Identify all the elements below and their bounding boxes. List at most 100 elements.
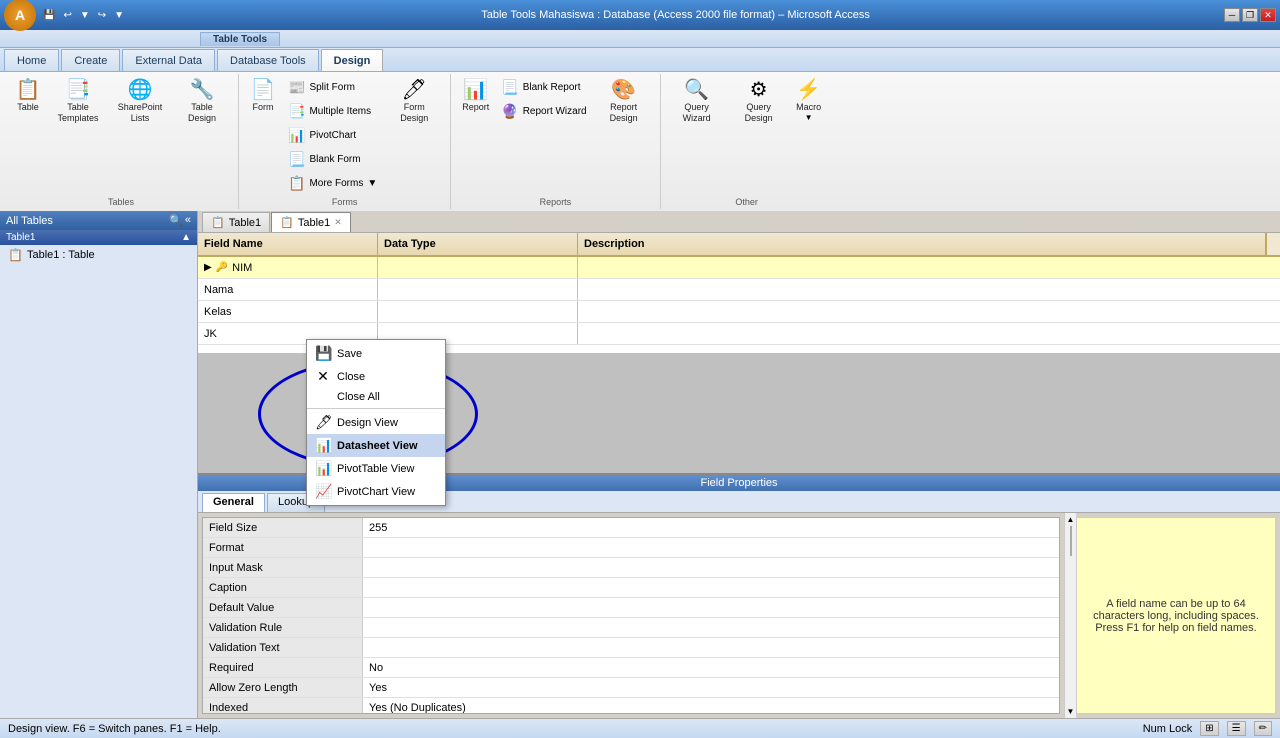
ctx-close-all[interactable]: Close All (307, 388, 445, 406)
blank-report-button[interactable]: 📃 Blank Report (496, 76, 591, 99)
form-icon: 📄 (251, 80, 276, 100)
table-grid: Field Name Data Type Description ▶ 🔑 NIM (198, 233, 1280, 353)
nav-item-table1[interactable]: 📋 Table1 : Table (0, 245, 197, 265)
fp-scrollbar: ▲ ▼ (1064, 513, 1076, 718)
ctx-pivotchart-icon: 📈 (315, 483, 331, 500)
fp-label-valrule: Validation Rule (203, 618, 363, 637)
form-button[interactable]: 📄 Form (245, 76, 281, 117)
nav-item-label: Table1 : Table (27, 249, 95, 261)
table-design-button[interactable]: 🔧 Table Design (172, 76, 232, 128)
sharepoint-label: SharePoint Lists (115, 102, 165, 124)
table-design-label: Table Design (177, 102, 227, 124)
undo-dropdown-button[interactable]: ▼ (77, 9, 93, 22)
fp-value-caption[interactable] (363, 578, 1059, 597)
customize-button[interactable]: ▼ (111, 9, 127, 22)
fp-value-valtext[interactable] (363, 638, 1059, 657)
report-wizard-button[interactable]: 🔮 Report Wizard (496, 100, 591, 123)
form-design-button[interactable]: 🖊 Form Design (384, 76, 444, 128)
datasheet-view-button[interactable]: ☰ (1227, 721, 1246, 736)
tab-external-data[interactable]: External Data (122, 49, 215, 71)
minimize-button[interactable]: ─ (1224, 8, 1240, 22)
ctx-close-label: Close (337, 371, 365, 383)
design-view-button[interactable]: ✏ (1254, 721, 1272, 736)
table-tools-label: Table Tools (200, 32, 280, 46)
navigation-pane: All Tables 🔍 « Table1 ▲ 📋 Table1 : Table (0, 211, 198, 718)
form-design-icon: 🖊 (402, 80, 427, 100)
table-row-2[interactable]: Kelas (198, 301, 1280, 323)
type-cell-1 (378, 279, 578, 300)
ctx-datasheet-view[interactable]: 📊 Datasheet View (307, 434, 445, 457)
query-wizard-button[interactable]: 🔍 Query Wizard (667, 76, 727, 128)
ctx-design-view[interactable]: 🖊 Design View (307, 411, 445, 434)
fp-value-valrule[interactable] (363, 618, 1059, 637)
fp-label-indexed: Indexed (203, 698, 363, 714)
tables-group-label: Tables (108, 195, 134, 207)
tab-design[interactable]: Design (321, 49, 384, 71)
fp-value-defaultvalue[interactable] (363, 598, 1059, 617)
blank-form-button[interactable]: 📃 Blank Form (283, 148, 382, 171)
ctx-pivottable-view[interactable]: 📊 PivotTable View (307, 457, 445, 480)
tab-home[interactable]: Home (4, 49, 59, 71)
type-cell-2 (378, 301, 578, 322)
doc-tab-1[interactable]: 📋 Table1 ✕ (271, 212, 351, 232)
tab-database-tools[interactable]: Database Tools (217, 49, 319, 71)
row-arrow-icon: ▶ (204, 262, 212, 273)
other-buttons: 🔍 Query Wizard ⚙ Query Design ⚡ Macro ▼ (667, 76, 827, 195)
forms-buttons: 📄 Form 📰 Split Form 📑 Multiple Items 📊 P… (245, 76, 444, 195)
fp-scroll-down-button[interactable]: ▼ (1065, 705, 1077, 718)
tables-buttons: 📋 Table 📑 Table Templates 🌐 SharePoint L… (10, 76, 232, 195)
query-design-button[interactable]: ⚙ Query Design (729, 76, 789, 128)
fp-scroll-thumb[interactable] (1070, 526, 1072, 556)
fp-scroll-up-button[interactable]: ▲ (1065, 513, 1077, 526)
forms-group-label: Forms (332, 195, 358, 207)
report-design-button[interactable]: 🎨 Report Design (594, 76, 654, 128)
layout-view-button[interactable]: ⊞ (1200, 721, 1218, 736)
ctx-close[interactable]: ✕ Close (307, 365, 445, 388)
table-button[interactable]: 📋 Table (10, 76, 46, 117)
sharepoint-lists-button[interactable]: 🌐 SharePoint Lists (110, 76, 170, 128)
save-button[interactable]: 💾 (40, 9, 58, 22)
restore-button[interactable]: ❐ (1242, 8, 1258, 22)
split-form-button[interactable]: 📰 Split Form (283, 76, 382, 99)
undo-button[interactable]: ↩ (60, 9, 74, 22)
table-row-1[interactable]: Nama (198, 279, 1280, 301)
office-button[interactable]: A (4, 0, 36, 31)
fp-value-inputmask[interactable] (363, 558, 1059, 577)
forms-small-group: 📰 Split Form 📑 Multiple Items 📊 PivotCha… (283, 76, 382, 195)
nav-collapse-button[interactable]: « (185, 214, 191, 227)
table-templates-button[interactable]: 📑 Table Templates (48, 76, 108, 128)
report-button[interactable]: 📊 Report (457, 76, 494, 117)
more-forms-button[interactable]: 📋 More Forms ▼ (283, 172, 382, 195)
fp-label-required: Required (203, 658, 363, 677)
redo-button[interactable]: ↪ (95, 9, 109, 22)
multiple-items-button[interactable]: 📑 Multiple Items (283, 100, 382, 123)
ctx-pivotchart-view[interactable]: 📈 PivotChart View (307, 480, 445, 503)
doc-tab-1-icon: 📋 (280, 216, 294, 229)
ribbon-tabs: Home Create External Data Database Tools… (0, 48, 1280, 72)
ribbon-group-reports: 📊 Report 📃 Blank Report 🔮 Report Wizard … (451, 74, 660, 209)
fp-value-fieldsize[interactable]: 255 (363, 518, 1059, 537)
fp-row-allowzero: Allow Zero Length Yes (203, 678, 1059, 698)
multiple-items-label: Multiple Items (309, 106, 371, 117)
table-row-0[interactable]: ▶ 🔑 NIM (198, 257, 1280, 279)
doc-tab-0[interactable]: 📋 Table1 (202, 212, 270, 232)
fp-label-defaultvalue: Default Value (203, 598, 363, 617)
fp-tab-general[interactable]: General (202, 493, 265, 512)
window-title: Table Tools Mahasiswa : Database (Access… (127, 9, 1224, 21)
nav-search-icon[interactable]: 🔍 (169, 214, 183, 227)
ctx-datasheet-view-icon: 📊 (315, 437, 331, 454)
pivot-chart-button[interactable]: 📊 PivotChart (283, 124, 382, 147)
multiple-items-icon: 📑 (288, 103, 305, 120)
fp-value-format[interactable] (363, 538, 1059, 557)
fp-value-indexed[interactable]: Yes (No Duplicates) (363, 698, 1059, 714)
close-button[interactable]: ✕ (1260, 8, 1276, 22)
tab-close-button[interactable]: ✕ (334, 217, 342, 228)
form-design-label: Form Design (389, 102, 439, 124)
tab-create[interactable]: Create (61, 49, 120, 71)
macro-button[interactable]: ⚡ Macro ▼ (791, 76, 827, 126)
nav-section-header: Table1 ▲ (0, 230, 197, 245)
table-header: Field Name Data Type Description (198, 233, 1280, 257)
nav-section-toggle-icon: ▲ (181, 232, 191, 243)
ctx-save[interactable]: 💾 Save (307, 342, 445, 365)
fp-value-required[interactable]: No (363, 658, 1059, 677)
